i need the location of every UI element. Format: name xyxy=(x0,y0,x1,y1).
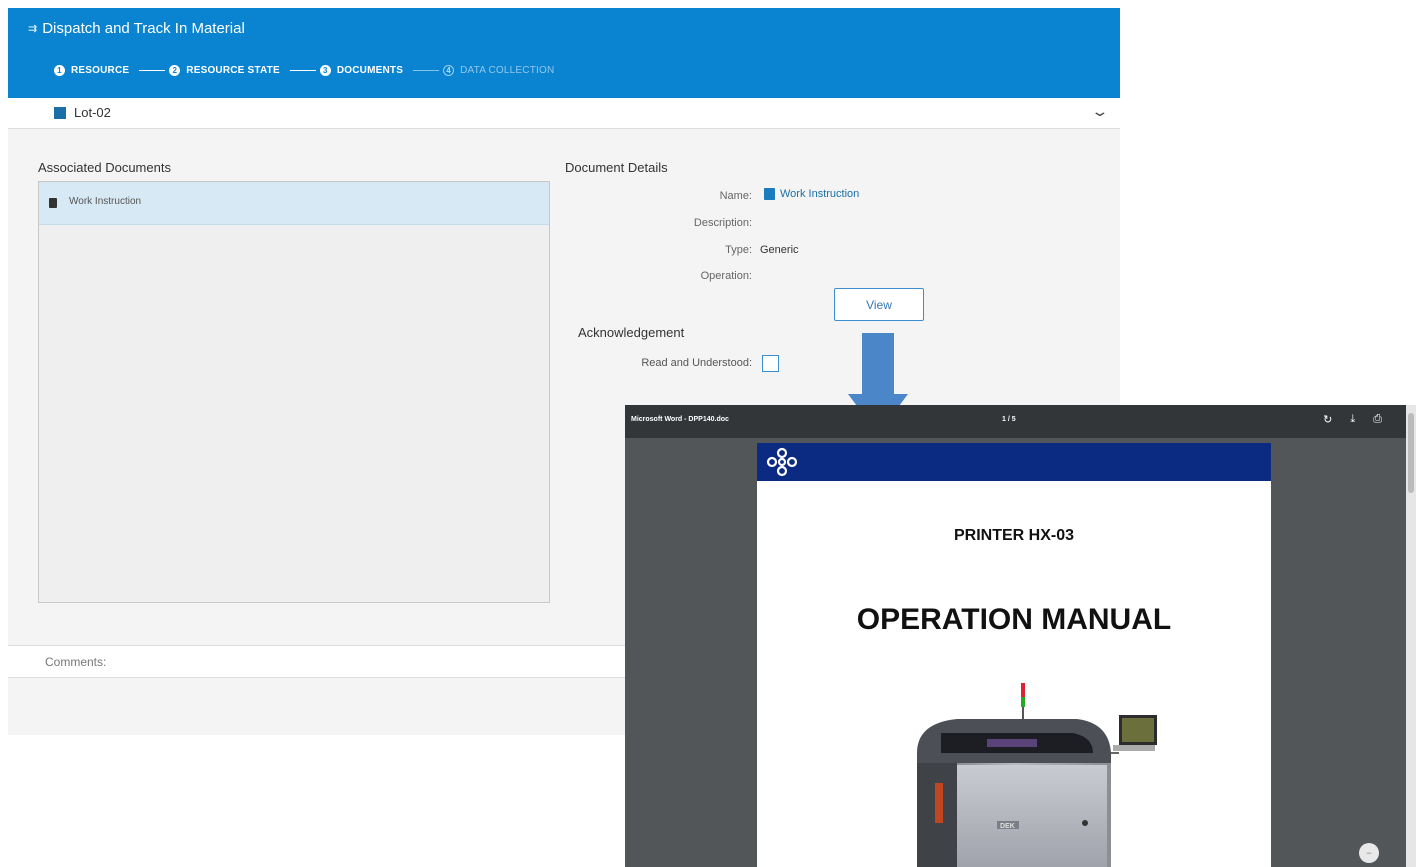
wizard-steps: 1 RESOURCE 2 RESOURCE STATE 3 DOCUMENTS … xyxy=(54,65,554,76)
page-title-text: Dispatch and Track In Material xyxy=(42,20,245,37)
print-icon[interactable]: ⎙ xyxy=(1373,413,1382,426)
step-number: 2 xyxy=(169,65,181,76)
read-understood-label: Read and Understood: xyxy=(641,357,752,369)
step-connector xyxy=(289,70,316,71)
comments-label: Comments: xyxy=(45,655,107,669)
lot-bar[interactable]: Lot-02 ⌄ xyxy=(8,98,1120,129)
scrollbar-thumb[interactable] xyxy=(1408,413,1414,493)
document-name-link[interactable]: Work Instruction xyxy=(764,188,859,200)
view-button[interactable]: View xyxy=(834,288,924,321)
printer-image: DEK xyxy=(917,683,1157,867)
header: ⇉ Dispatch and Track In Material 1 RESOU… xyxy=(8,8,1120,98)
pdf-fab-button[interactable]: − xyxy=(1359,843,1379,863)
lot-label: Lot-02 xyxy=(74,105,111,120)
description-label: Description: xyxy=(693,217,752,229)
pdf-page-counter: 1 / 5 xyxy=(1002,416,1016,423)
document-name-value: Work Instruction xyxy=(780,188,860,200)
rotate-icon[interactable]: ↻ xyxy=(1323,413,1332,426)
step-connector xyxy=(413,70,440,71)
step-number: 1 xyxy=(54,65,65,76)
company-logo-icon xyxy=(766,447,798,477)
step-label: RESOURCE xyxy=(71,65,130,76)
pdf-scrollbar[interactable] xyxy=(1406,405,1416,867)
svg-text:DEK: DEK xyxy=(1000,823,1015,830)
chevron-down-icon[interactable]: ⌄ xyxy=(1091,103,1110,120)
document-details-title: Document Details xyxy=(565,160,668,175)
step-number: 3 xyxy=(319,65,331,76)
step-connector xyxy=(139,70,166,71)
step-data-collection[interactable]: 4 DATA COLLECTION xyxy=(443,65,554,76)
step-label: DATA COLLECTION xyxy=(460,65,555,76)
pdf-page: PRINTER HX-03 OPERATION MANUAL DEK xyxy=(757,443,1271,867)
pdf-tools: ↻ ⤓ ⎙ xyxy=(1323,413,1382,426)
associated-documents-list: Work Instruction xyxy=(38,181,550,603)
step-label: RESOURCE STATE xyxy=(186,65,280,76)
list-item-label: Work Instruction xyxy=(69,196,142,207)
step-resource-state[interactable]: 2 RESOURCE STATE xyxy=(169,65,280,76)
document-title: OPERATION MANUAL xyxy=(856,603,1172,636)
document-icon xyxy=(764,188,775,200)
step-documents[interactable]: 3 DOCUMENTS xyxy=(319,65,404,76)
arrow-down-icon xyxy=(862,333,894,395)
page-banner xyxy=(757,443,1271,481)
acknowledgement-title: Acknowledgement xyxy=(578,325,685,340)
step-resource[interactable]: 1 RESOURCE xyxy=(54,65,129,76)
document-icon xyxy=(49,198,57,208)
pdf-viewer: Microsoft Word - DPP140.doc 1 / 5 ↻ ⤓ ⎙ … xyxy=(625,405,1416,867)
type-value: Generic xyxy=(760,244,799,256)
pdf-toolbar: Microsoft Word - DPP140.doc 1 / 5 ↻ ⤓ ⎙ xyxy=(625,405,1416,438)
step-label: DOCUMENTS xyxy=(336,65,404,76)
document-subtitle: PRINTER HX-03 xyxy=(953,527,1075,544)
associated-documents-title: Associated Documents xyxy=(38,160,171,175)
download-icon[interactable]: ⤓ xyxy=(1350,413,1355,426)
dispatch-icon: ⇉ xyxy=(28,23,38,35)
lot-icon xyxy=(54,107,66,119)
page-title: ⇉ Dispatch and Track In Material xyxy=(28,20,245,37)
type-label: Type: xyxy=(725,244,752,256)
pdf-file-title: Microsoft Word - DPP140.doc xyxy=(631,416,729,423)
operation-label: Operation: xyxy=(700,270,752,282)
name-label: Name: xyxy=(719,190,752,202)
list-item[interactable]: Work Instruction xyxy=(39,182,549,225)
read-understood-checkbox[interactable] xyxy=(762,355,779,372)
step-number: 4 xyxy=(443,65,455,76)
